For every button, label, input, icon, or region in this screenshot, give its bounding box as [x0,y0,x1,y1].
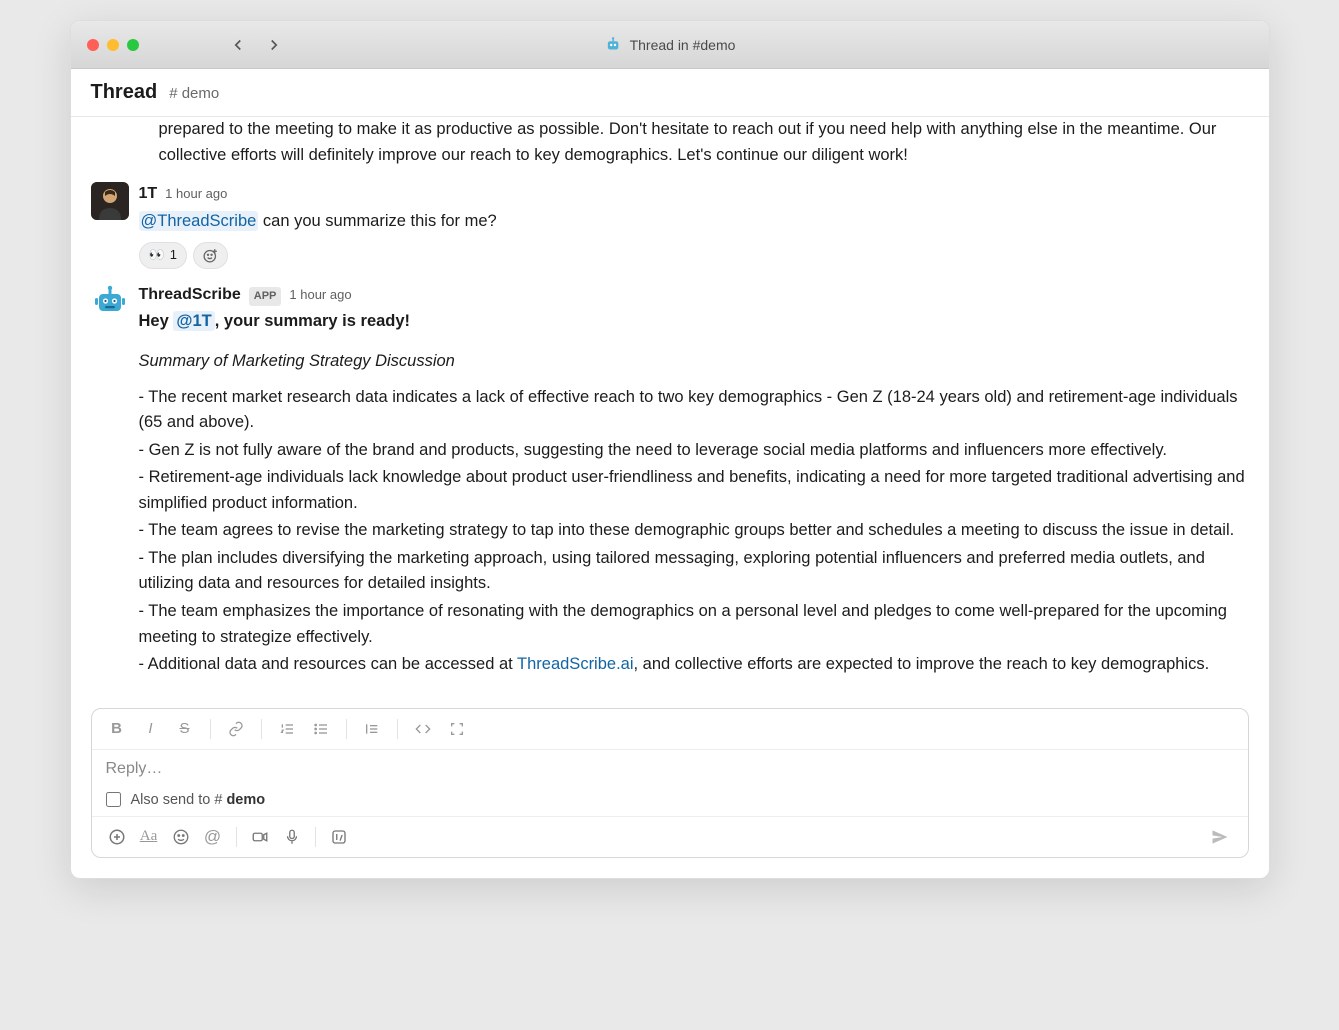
summary-title: Summary of Marketing Strategy Discussion [139,349,1249,375]
message-timestamp: 1 hour ago [165,184,227,204]
also-send-checkbox[interactable] [106,792,121,807]
app-window: Thread in #demo Thread # demo prepared t… [70,20,1270,879]
send-button[interactable] [1202,823,1238,851]
mention[interactable]: @ThreadScribe [139,211,259,231]
page-title: Thread [91,81,158,104]
close-window-button[interactable] [87,39,99,51]
bot-avatar[interactable] [91,283,129,321]
minimize-window-button[interactable] [107,39,119,51]
message-row: 1T 1 hour ago @ThreadScribe can you summ… [91,168,1249,269]
attach-button[interactable] [102,823,132,851]
format-toolbar: B I S [92,709,1248,750]
thread-header: Thread # demo [71,69,1269,117]
mention-button[interactable]: @ [198,823,228,851]
titlebar: Thread in #demo [71,21,1269,69]
eyes-icon: 👀 [149,245,165,265]
author-name[interactable]: ThreadScribe [139,283,241,308]
blockquote-button[interactable] [357,715,387,743]
summary-greeting: Hey @1T, your summary is ready! [139,309,1249,335]
ordered-list-button[interactable] [272,715,302,743]
summary-bullet: - The plan includes diversifying the mar… [139,546,1249,597]
link-button[interactable] [221,715,251,743]
format-toggle-button[interactable]: Aa [134,823,164,851]
window-title: Thread in #demo [604,36,736,54]
codeblock-button[interactable] [442,715,472,743]
unordered-list-button[interactable] [306,715,336,743]
threadscribe-link[interactable]: ThreadScribe.ai [517,655,633,673]
summary-bullet: - The team agrees to revise the marketin… [139,518,1249,544]
messages-pane: prepared to the meeting to make it as pr… [71,117,1269,696]
message-timestamp: 1 hour ago [289,285,351,305]
composer-actions: Aa @ [92,816,1248,857]
bot-icon [604,36,622,54]
summary-list: - The recent market research data indica… [139,385,1249,678]
app-badge: APP [249,287,282,306]
code-button[interactable] [408,715,438,743]
bold-button[interactable]: B [102,715,132,743]
mention[interactable]: @1T [173,311,214,331]
prior-message-fragment: prepared to the meeting to make it as pr… [91,117,1249,168]
video-button[interactable] [245,823,275,851]
summary-bullet: - The recent market research data indica… [139,385,1249,436]
forward-button[interactable] [265,36,283,54]
shortcuts-button[interactable] [324,823,354,851]
summary-bullet: - The team emphasizes the importance of … [139,599,1249,650]
traffic-lights [71,39,139,51]
also-send-label: Also send to # demo [131,792,266,808]
add-reaction-button[interactable] [193,242,228,268]
italic-button[interactable]: I [136,715,166,743]
channel-tag[interactable]: # demo [169,85,219,102]
user-avatar[interactable] [91,182,129,220]
reaction-eyes[interactable]: 👀 1 [139,242,187,268]
audio-button[interactable] [277,823,307,851]
summary-bullet: - Additional data and resources can be a… [139,652,1249,678]
summary-bullet: - Gen Z is not fully aware of the brand … [139,438,1249,464]
message-row: ThreadScribe APP 1 hour ago Hey @1T, you… [91,269,1249,680]
reply-composer: B I S [91,708,1249,858]
strikethrough-button[interactable]: S [170,715,200,743]
reply-input[interactable] [92,750,1248,788]
maximize-window-button[interactable] [127,39,139,51]
emoji-button[interactable] [166,823,196,851]
summary-bullet: - Retirement-age individuals lack knowle… [139,465,1249,516]
message-text: @ThreadScribe can you summarize this for… [139,209,1249,235]
back-button[interactable] [229,36,247,54]
author-name[interactable]: 1T [139,182,158,207]
